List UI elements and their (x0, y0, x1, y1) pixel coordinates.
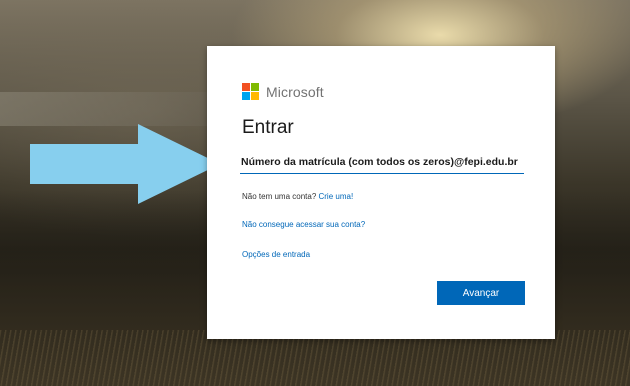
background-sea (0, 92, 220, 126)
signin-dialog: Microsoft Entrar Não tem uma conta? Crie… (207, 46, 555, 339)
next-button[interactable]: Avançar (437, 281, 525, 305)
page-title: Entrar (242, 117, 294, 138)
microsoft-brand: Microsoft (242, 83, 324, 100)
signin-options-link[interactable]: Opções de entrada (242, 250, 310, 259)
arrow-right-icon (30, 124, 220, 204)
brand-name: Microsoft (266, 83, 324, 100)
email-field[interactable] (240, 151, 524, 174)
microsoft-logo-icon (242, 83, 259, 100)
cant-access-account-link[interactable]: Não consegue acessar sua conta? (242, 220, 365, 229)
create-account-link[interactable]: Crie uma! (318, 192, 353, 201)
no-account-text: Não tem uma conta? (242, 192, 319, 201)
no-account-row: Não tem uma conta? Crie uma! (242, 192, 353, 201)
